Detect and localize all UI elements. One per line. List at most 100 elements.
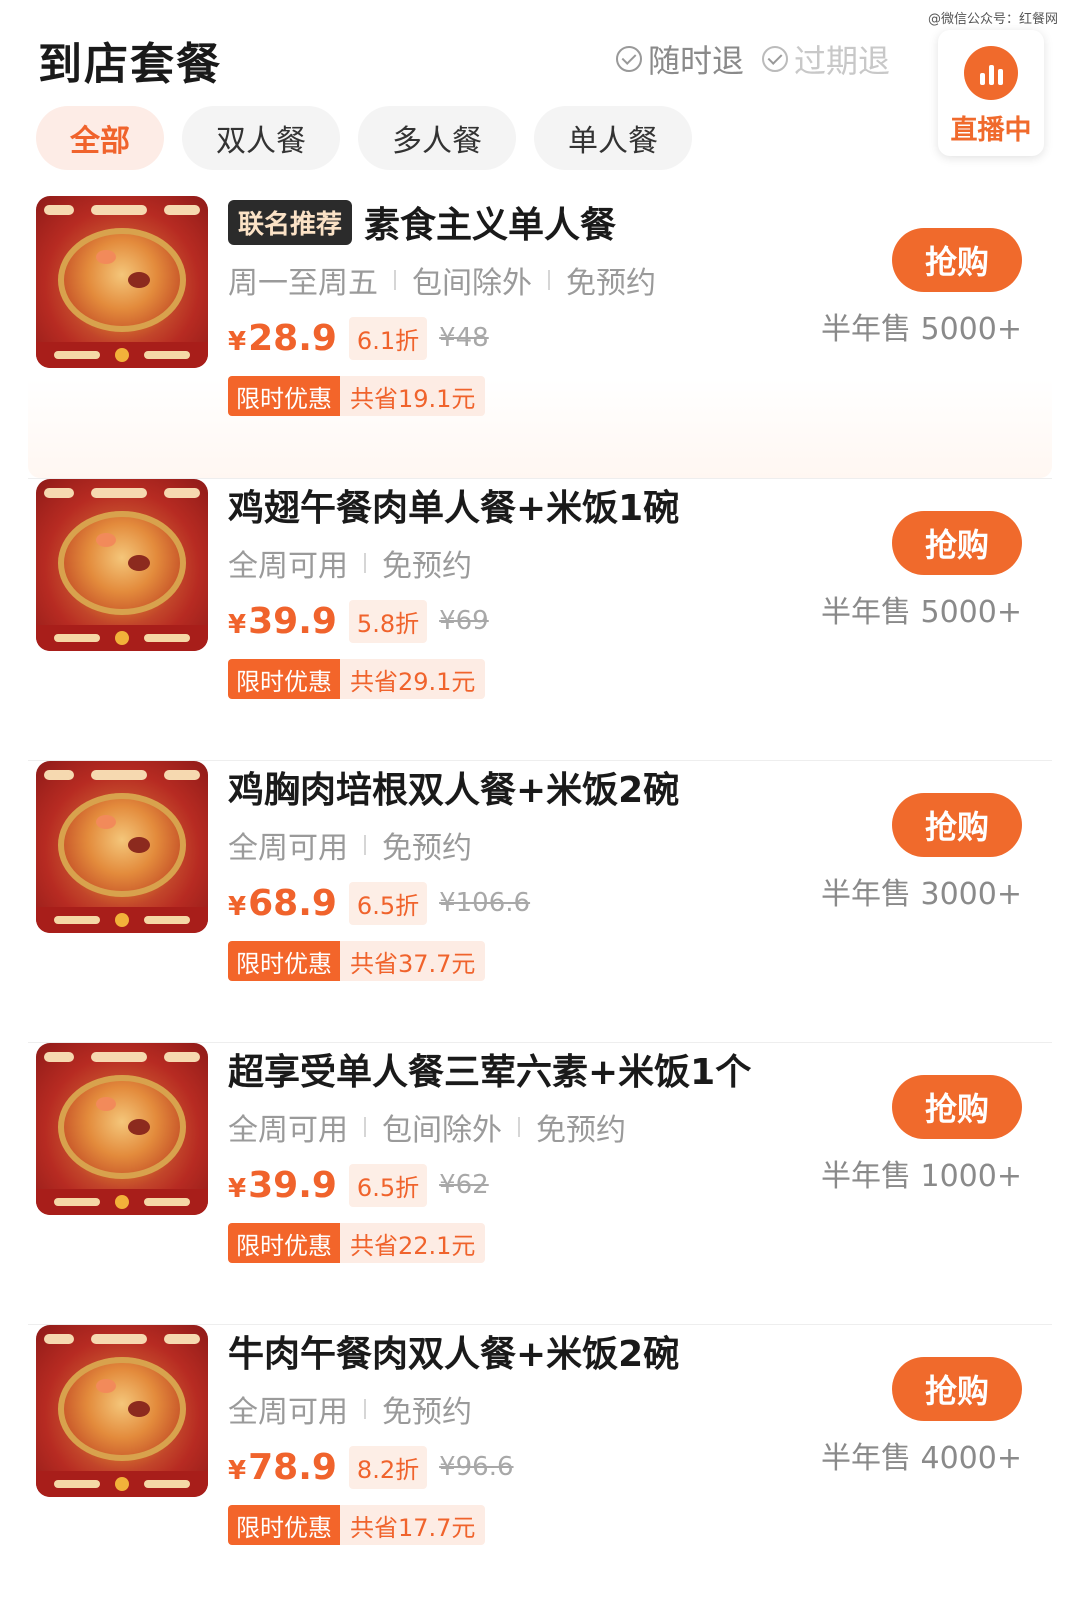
buy-button[interactable]: 抢购	[892, 793, 1022, 857]
deal-card[interactable]: 鸡胸肉培根双人餐+米饭2碗 全周可用 免预约 ¥68.9 6.5折 ¥106.6 限时优惠共…	[28, 760, 1052, 1042]
promo-savings: 共省37.7元	[340, 941, 486, 981]
promo-row: 限时优惠 共省37.7元	[228, 941, 812, 981]
tag-separator	[364, 553, 366, 573]
promo-label: 限时优惠	[228, 376, 340, 416]
deal-info: 鸡翅午餐肉单人餐+米饭1碗全周可用 免预约 ¥39.9 5.8折 ¥69 限时优惠 共省29…	[228, 479, 812, 699]
deal-tag: 免预约	[382, 831, 472, 866]
deal-tag: 周一至周五	[228, 266, 378, 301]
deal-card[interactable]: 超享受单人餐三荤六素+米饭1个全周可用 包间除外 免预约 ¥39.9 6.5折 ¥62 限时…	[28, 1042, 1052, 1324]
deal-list: 联名推荐 素食主义单人餐 周一至周五 包间除外 免预约 ¥28.9 6.1折 ¥48 限时优惠共…	[0, 196, 1080, 1606]
discount-badge: 8.2折	[348, 1445, 428, 1489]
discount-badge: 6.5折	[348, 1163, 428, 1207]
buy-button[interactable]: 抢购	[892, 1075, 1022, 1139]
live-stream-button[interactable]: 直播中	[938, 30, 1044, 156]
deal-info: 牛肉午餐肉双人餐+米饭2碗 全周可用 免预约 ¥78.9 8.2折 ¥96.6 限时优惠 共省…	[228, 1325, 812, 1545]
deal-tags: 周一至周五 包间除外 免预约	[228, 260, 812, 301]
deal-image[interactable]	[36, 479, 208, 651]
sales-count: 半年售 1000+	[820, 1159, 1022, 1194]
discount-badge: 6.1折	[348, 316, 428, 360]
original-price: ¥69	[439, 606, 489, 636]
price-value: 39.9	[248, 1164, 337, 1206]
currency-symbol: ¥	[228, 326, 247, 357]
deal-tags: 全周可用 包间除外 免预约	[228, 1107, 812, 1148]
hotpot-image	[58, 1075, 186, 1179]
deal-tags: 全周可用 免预约	[228, 543, 812, 584]
sales-count: 半年售 5000+	[820, 312, 1022, 347]
deal-image[interactable]	[36, 196, 208, 368]
deal-price: ¥28.9	[228, 318, 337, 359]
buy-button[interactable]: 抢购	[892, 228, 1022, 292]
price-row: ¥39.9 6.5折 ¥62	[228, 1161, 812, 1209]
deal-price: ¥39.9	[228, 601, 337, 642]
deal-price: ¥78.9	[228, 1447, 337, 1488]
filter-chip-group[interactable]: 多人餐	[358, 106, 516, 170]
guarantee-label: 随时退	[647, 42, 744, 80]
tag-separator	[364, 1399, 366, 1419]
deal-title[interactable]: 鸡胸肉培根双人餐+米饭2碗	[228, 761, 679, 813]
buy-button[interactable]: 抢购	[892, 1357, 1022, 1421]
deal-image[interactable]	[36, 1325, 208, 1497]
deal-tag: 免预约	[382, 549, 472, 584]
deal-tag: 包间除外	[412, 266, 532, 301]
currency-symbol: ¥	[228, 1455, 247, 1486]
price-row: ¥68.9 6.5折 ¥106.6	[228, 879, 812, 927]
price-row: ¥39.9 5.8折 ¥69	[228, 597, 812, 645]
deal-tags: 全周可用 免预约	[228, 1389, 812, 1430]
deal-title[interactable]: 鸡翅午餐肉单人餐+米饭1碗	[228, 479, 679, 531]
promo-savings: 共省19.1元	[340, 376, 486, 416]
deal-card[interactable]: 联名推荐 素食主义单人餐 周一至周五 包间除外 免预约 ¥28.9 6.1折 ¥48 限时优惠共…	[28, 196, 1052, 478]
deal-tag: 免预约	[382, 1395, 472, 1430]
promo-savings: 共省22.1元	[340, 1223, 486, 1263]
sales-count: 半年售 3000+	[820, 877, 1022, 912]
deal-card[interactable]: 鸡翅午餐肉单人餐+米饭1碗全周可用 免预约 ¥39.9 5.8折 ¥69 限时优惠 共省29…	[28, 478, 1052, 760]
sales-count: 半年售 5000+	[820, 595, 1022, 630]
original-price: ¥106.6	[439, 888, 531, 918]
deal-image[interactable]	[36, 1043, 208, 1215]
filter-chip-double[interactable]: 双人餐	[182, 106, 340, 170]
currency-symbol: ¥	[228, 1173, 247, 1204]
deal-image[interactable]	[36, 761, 208, 933]
guarantee-list: 随时退 过期退	[615, 36, 890, 82]
guarantee-label: 过期退	[793, 42, 890, 80]
price-row: ¥78.9 8.2折 ¥96.6	[228, 1443, 812, 1491]
tag-separator	[364, 1117, 366, 1137]
live-bars-icon	[964, 46, 1018, 100]
deal-title[interactable]: 牛肉午餐肉双人餐+米饭2碗	[228, 1325, 679, 1377]
original-price: ¥62	[439, 1170, 489, 1200]
hotpot-image	[58, 228, 186, 332]
tag-separator	[518, 1117, 520, 1137]
promo-label: 限时优惠	[228, 659, 340, 699]
promo-label: 限时优惠	[228, 941, 340, 981]
price-value: 78.9	[248, 1446, 337, 1488]
currency-symbol: ¥	[228, 609, 247, 640]
promo-label: 限时优惠	[228, 1223, 340, 1263]
deal-tag: 全周可用	[228, 1113, 348, 1148]
deal-title[interactable]: 素食主义单人餐	[364, 196, 616, 248]
price-row: ¥28.9 6.1折 ¥48	[228, 314, 812, 362]
check-circle-icon	[615, 46, 642, 72]
deal-tag: 免预约	[566, 266, 656, 301]
deal-tag: 全周可用	[228, 549, 348, 584]
sales-count: 半年售 4000+	[820, 1441, 1022, 1476]
deal-card[interactable]: 牛肉午餐肉双人餐+米饭2碗 全周可用 免预约 ¥78.9 8.2折 ¥96.6 限时优惠 共省…	[28, 1324, 1052, 1606]
deal-info: 联名推荐 素食主义单人餐 周一至周五 包间除外 免预约 ¥28.9 6.1折 ¥48 限时优惠共…	[228, 196, 812, 416]
filter-chips: 全部 双人餐 多人餐 单人餐	[36, 106, 692, 170]
hotpot-image	[58, 1357, 186, 1461]
hotpot-image	[58, 511, 186, 615]
promo-row: 限时优惠 共省22.1元	[228, 1223, 812, 1263]
filter-chip-single[interactable]: 单人餐	[534, 106, 692, 170]
deal-tags: 全周可用 免预约	[228, 825, 812, 866]
guarantee-anytime-refund: 随时退	[615, 36, 744, 82]
buy-button[interactable]: 抢购	[892, 511, 1022, 575]
deal-title[interactable]: 超享受单人餐三荤六素+米饭1个	[228, 1043, 751, 1095]
filter-chip-all[interactable]: 全部	[36, 106, 164, 170]
promo-row: 限时优惠 共省29.1元	[228, 659, 812, 699]
deal-tag: 全周可用	[228, 1395, 348, 1430]
promo-savings: 共省29.1元	[340, 659, 486, 699]
tag-separator	[364, 835, 366, 855]
header: 到店套餐 随时退 过期退	[38, 22, 1040, 92]
promo-row: 限时优惠 共省17.7元	[228, 1505, 812, 1545]
deal-price: ¥39.9	[228, 1165, 337, 1206]
discount-badge: 6.5折	[348, 881, 428, 925]
live-label: 直播中	[950, 115, 1032, 146]
